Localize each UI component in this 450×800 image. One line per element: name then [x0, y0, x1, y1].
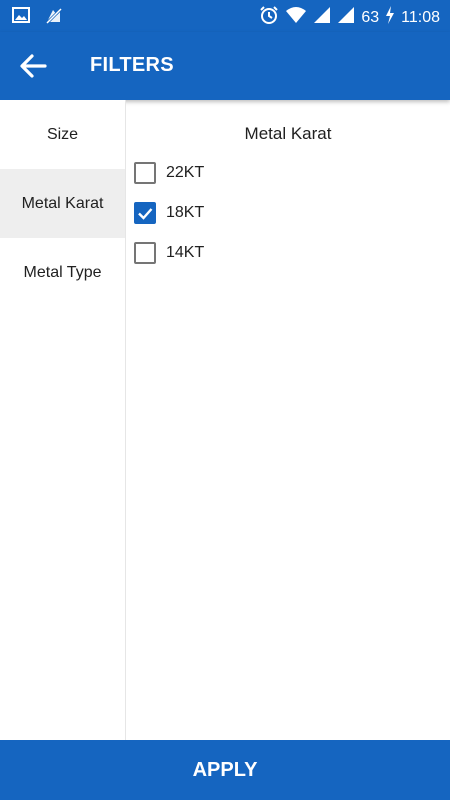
battery-charging-icon [385, 6, 395, 29]
section-title: Metal Karat [244, 124, 332, 143]
signal-icon [313, 6, 331, 29]
checkbox[interactable] [134, 202, 156, 224]
sidebar-item-metal-type[interactable]: Metal Type [0, 238, 125, 307]
arrow-back-icon [20, 54, 47, 78]
status-left-icons [12, 6, 64, 31]
option-label: 18KT [166, 204, 205, 221]
app-bar: FILTERS [0, 32, 450, 100]
sidebar-item-label: Size [46, 125, 79, 143]
wifi-icon [285, 6, 307, 29]
back-button[interactable] [18, 52, 52, 80]
status-right-icons: 63 11:08 [259, 5, 440, 30]
image-icon [12, 6, 30, 31]
sidebar-item-label: Metal Karat [21, 194, 104, 212]
alarm-icon [259, 5, 279, 30]
filter-options-panel: Metal Karat 22KT 18KT 14KT [126, 100, 450, 740]
option-label: 22KT [166, 164, 205, 181]
checkmark-icon [138, 208, 153, 220]
status-bar: 63 11:08 [0, 0, 450, 32]
sidebar-item-size[interactable]: Size [0, 100, 125, 169]
filter-category-sidebar: Size Metal Karat Metal Type [0, 100, 126, 740]
battery-level: 63 [361, 8, 380, 26]
clock: 11:08 [401, 8, 440, 26]
apply-button-label: APPLY [192, 758, 258, 781]
checkbox[interactable] [134, 162, 156, 184]
option-18kt[interactable]: 18KT [134, 196, 204, 230]
checkbox[interactable] [134, 242, 156, 264]
sidebar-item-metal-karat[interactable]: Metal Karat [0, 169, 125, 238]
sidebar-item-label: Metal Type [23, 263, 102, 281]
option-14kt[interactable]: 14KT [134, 236, 204, 270]
signal-icon [337, 6, 355, 29]
apply-button[interactable]: APPLY [0, 740, 450, 800]
notification-off-icon [44, 6, 64, 31]
option-label: 14KT [166, 244, 205, 261]
page-title: FILTERS [90, 54, 174, 76]
option-22kt[interactable]: 22KT [134, 156, 204, 190]
